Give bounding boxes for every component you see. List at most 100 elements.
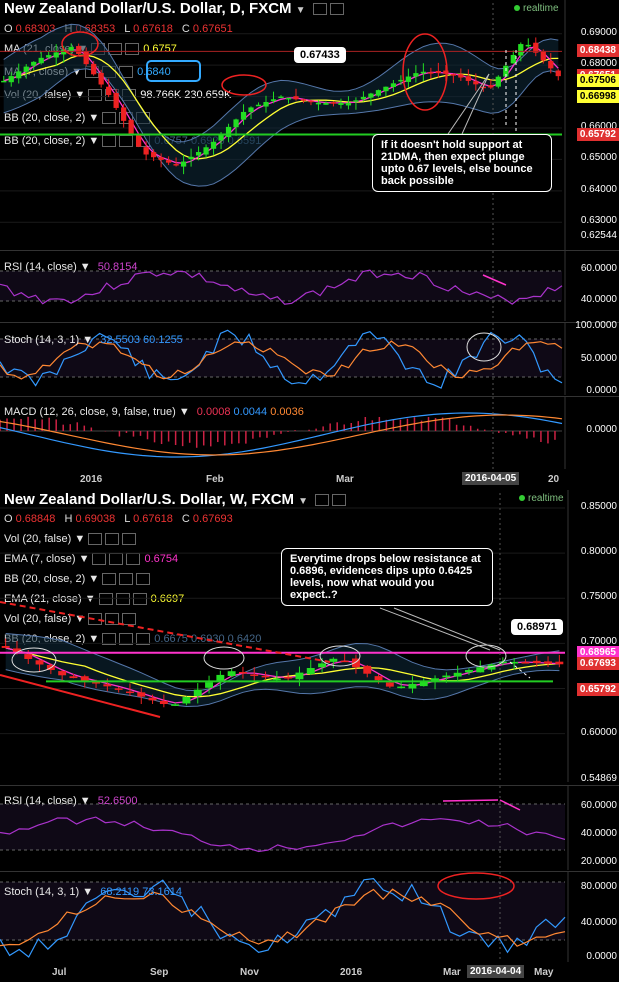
candle-body [46,55,52,58]
candle-body [103,684,112,687]
price-axis-label: 0.64000 [580,183,617,195]
candle-body [450,74,456,76]
candle-body [143,147,149,155]
candle-body [159,700,168,705]
candle-body [98,72,104,85]
candle-body [308,100,314,103]
candle-body [173,164,179,166]
highlight-ellipse [221,74,267,96]
candle-body [203,147,209,155]
candle-body [114,688,123,690]
macd-name: MACD (12, 26, close, 9, false, true) [4,406,176,418]
time-axis-label: Mar [336,474,354,485]
candle-body [137,692,146,697]
candle-body [165,160,172,163]
candle-body [435,70,441,74]
price-tag: 0.67506 [576,73,619,87]
candle-body [383,86,389,92]
candle-body [58,671,67,676]
candle-body [420,71,426,74]
macd-signal-line [0,414,563,456]
time-axis-label: May [534,967,554,978]
candle-body [24,654,33,659]
candle-body [453,672,462,677]
candle-body [106,86,112,96]
weekly-chart-panel: New Zealand Dollar/U.S. Dollar, W, FXCM ▼… [0,490,619,982]
candle-body [293,96,299,100]
daily-price-chart[interactable] [0,0,619,250]
candle-body [510,54,516,64]
stoch-value: 32.5503 60.1255 [100,334,183,346]
candle-body [125,691,134,694]
price-label-box: 0.68971 [511,619,563,635]
candle-body [300,99,307,101]
candle-body [195,152,202,156]
candle-body [261,675,270,678]
candle-body [31,61,37,66]
candle-body [363,665,372,674]
candle-body [548,60,554,69]
stoch-axis-label: 100.0000 [575,320,617,331]
rsi-axis-label: 20.0000 [580,856,617,867]
candle-body [171,704,180,706]
candle-body [210,141,217,149]
price-tag: 0.65792 [576,127,619,141]
candle-body [408,683,417,689]
candle-body [255,104,262,107]
weekly-rsi-label[interactable]: RSI (14, close) ▼ 52.6500 [4,795,138,807]
candle-body [263,102,269,107]
candle-body [375,90,382,96]
stoch-axis-label: 80.0000 [580,881,617,892]
candle-body [68,46,74,52]
stoch-axis-label: 50.0000 [580,353,617,364]
time-axis-label: 2016 [80,474,103,485]
weekly-price-chart[interactable] [0,490,619,782]
candle-body [227,671,236,677]
candle-body [397,686,406,689]
price-axis-label: 0.75000 [580,591,617,603]
time-axis-label: Jul [52,967,67,978]
stoch-value: 68.2119 73.1614 [100,886,182,898]
daily-macd-label[interactable]: MACD (12, 26, close, 9, false, true) ▼ 0… [4,406,304,418]
candle-body [385,682,394,687]
price-axis-label: 0.80000 [580,546,617,558]
price-tag: 0.68438 [576,44,619,58]
candle-body [233,119,239,128]
daily-time-axis[interactable]: 2016 Feb Mar 20 2016-04-05 [0,472,619,488]
selected-date-label: 2016-04-04 [467,965,525,978]
daily-rsi-label[interactable]: RSI (14, close) ▼ 50.8154 [4,261,138,273]
candle-body [76,46,82,54]
candle-body [248,107,254,113]
weekly-stoch-label[interactable]: Stoch (14, 3, 1) ▼ 68.2119 73.1614 [4,886,182,898]
candle-body [330,102,337,104]
candle-body [272,678,281,681]
candle-body [1,646,10,648]
weekly-callout: Everytime drops below resistance at 0.68… [281,548,493,606]
candle-body [315,102,322,105]
price-axis-label: 0.85000 [580,501,617,512]
macd-value-1: 0.0008 [196,406,231,418]
candle-body [35,660,44,665]
candle-body [8,76,14,83]
weekly-time-axis[interactable]: Jul Sep Nov 2016 Mar May 2016-04-04 [0,964,619,980]
rsi-value: 50.8154 [97,261,138,273]
candle-body [38,57,44,64]
candle-body [205,682,214,688]
rsi-axis-label: 40.0000 [580,828,617,839]
candle-body [278,96,284,99]
candle-body [284,677,293,679]
candle-body [442,675,451,678]
candle-body [188,156,194,160]
daily-chart-panel: New Zealand Dollar/U.S. Dollar, D, FXCM ▼… [0,0,619,488]
price-axis-label: 0.54869 [580,773,617,784]
trend-arrow [442,799,499,802]
daily-stoch-label[interactable]: Stoch (14, 3, 1) ▼ 32.5503 60.1255 [4,334,183,346]
candle-body [113,93,119,108]
stoch-axis-label: 40.0000 [580,917,617,928]
candle-body [555,70,561,77]
price-axis-label: 0.69000 [580,26,617,38]
candle-body [318,663,327,668]
rsi-axis-label: 40.0000 [580,294,617,305]
time-axis-label: Feb [206,474,224,485]
candle-body [540,50,546,61]
